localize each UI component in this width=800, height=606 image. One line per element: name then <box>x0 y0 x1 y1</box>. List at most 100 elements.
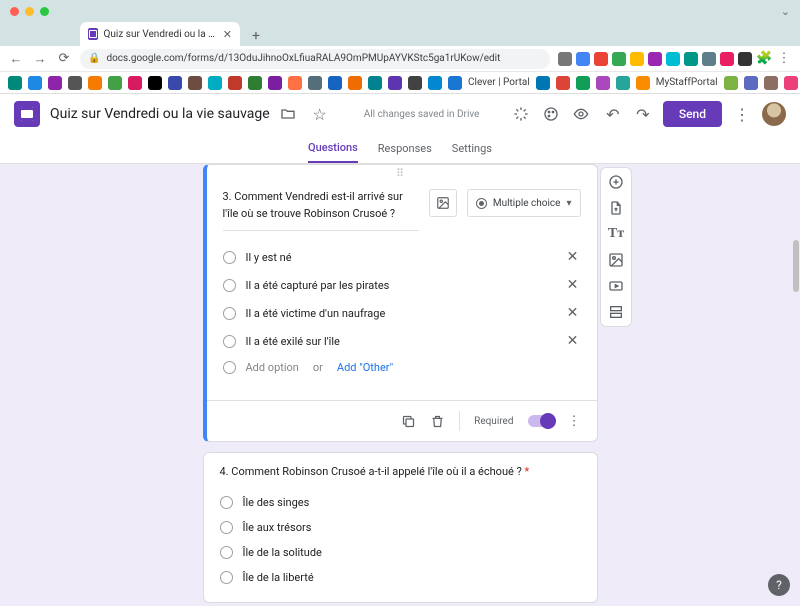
extension-icon[interactable] <box>738 52 752 66</box>
extensions-menu-icon[interactable]: 🧩 <box>756 51 772 66</box>
option-row[interactable]: Il a été victime d'un naufrage ✕ <box>223 299 581 327</box>
bookmark-clever-icon[interactable] <box>448 76 462 90</box>
remove-option-icon[interactable]: ✕ <box>565 333 581 349</box>
bookmark-icon[interactable] <box>784 76 798 90</box>
add-option-button[interactable]: Add option <box>246 361 299 374</box>
document-title[interactable]: Quiz sur Vendredi ou la vie sauvage <box>50 106 270 122</box>
undo-icon[interactable]: ↶ <box>603 105 623 124</box>
bookmark-icon[interactable] <box>268 76 282 90</box>
bookmark-icon[interactable] <box>48 76 62 90</box>
extension-icon[interactable] <box>576 52 590 66</box>
tab-questions[interactable]: Questions <box>308 134 358 163</box>
move-folder-icon[interactable] <box>280 106 300 122</box>
add-section-icon[interactable] <box>608 304 624 320</box>
bookmark-mystaff-icon[interactable] <box>636 76 650 90</box>
bookmark-icon[interactable] <box>208 76 222 90</box>
option-row[interactable]: Il a été capturé par les pirates ✕ <box>223 271 581 299</box>
address-bar[interactable]: 🔒 docs.google.com/forms/d/13OduJihnoOxLf… <box>80 49 550 69</box>
bookmark-icon[interactable] <box>188 76 202 90</box>
option-row[interactable]: Il y est né ✕ <box>223 243 581 271</box>
option-text[interactable]: Il a été victime d'un naufrage <box>246 307 555 320</box>
bookmark-icon[interactable] <box>308 76 322 90</box>
send-button[interactable]: Send <box>663 101 722 127</box>
remove-option-icon[interactable]: ✕ <box>565 249 581 265</box>
addons-icon[interactable] <box>513 106 533 122</box>
add-video-icon[interactable] <box>608 278 624 294</box>
add-image-icon[interactable] <box>608 252 624 268</box>
bookmark-icon[interactable] <box>368 76 382 90</box>
duplicate-icon[interactable] <box>401 414 416 429</box>
bookmark-label[interactable]: Clever | Portal <box>468 77 530 88</box>
question-type-dropdown[interactable]: Multiple choice ▾ <box>467 189 581 217</box>
tab-close-icon[interactable]: ✕ <box>223 28 232 41</box>
bookmark-icon[interactable] <box>288 76 302 90</box>
add-question-icon[interactable] <box>608 174 624 190</box>
star-icon[interactable]: ☆ <box>310 105 330 124</box>
remove-option-icon[interactable]: ✕ <box>565 277 581 293</box>
account-avatar[interactable] <box>762 102 786 126</box>
bookmark-icon[interactable] <box>388 76 402 90</box>
window-zoom-button[interactable] <box>40 7 49 16</box>
browser-tab[interactable]: Quiz sur Vendredi ou la vie sau… ✕ <box>80 22 240 46</box>
extension-icon[interactable] <box>558 52 572 66</box>
bookmark-icon[interactable] <box>348 76 362 90</box>
window-minimize-button[interactable] <box>25 7 34 16</box>
forms-logo-icon[interactable] <box>14 101 40 127</box>
question-title-input[interactable]: 3. Comment Vendredi est-il arrivé sur l'… <box>223 189 419 231</box>
add-title-icon[interactable]: Tᴛ <box>608 226 624 242</box>
bookmark-icon[interactable] <box>108 76 122 90</box>
option-text[interactable]: Il a été capturé par les pirates <box>246 279 555 292</box>
bookmark-icon[interactable] <box>8 76 22 90</box>
bookmark-icon[interactable] <box>88 76 102 90</box>
option-row[interactable]: Il a été exilé sur l'île ✕ <box>223 327 581 355</box>
option-text[interactable]: Il y est né <box>246 251 555 264</box>
bookmark-icon[interactable] <box>148 76 162 90</box>
option-text[interactable]: Il a été exilé sur l'île <box>246 335 555 348</box>
bookmark-icon[interactable] <box>408 76 422 90</box>
bookmark-icon[interactable] <box>556 76 570 90</box>
palette-icon[interactable] <box>543 106 563 122</box>
bookmark-icon[interactable] <box>576 76 590 90</box>
redo-icon[interactable]: ↷ <box>633 105 653 124</box>
bookmark-icon[interactable] <box>328 76 342 90</box>
more-menu-icon[interactable]: ⋮ <box>732 105 752 124</box>
import-questions-icon[interactable] <box>608 200 624 216</box>
browser-menu-icon[interactable]: ⋮ <box>776 51 792 66</box>
bookmark-icon[interactable] <box>428 76 442 90</box>
extension-icon[interactable] <box>666 52 680 66</box>
bookmark-icon[interactable] <box>68 76 82 90</box>
extension-icon[interactable] <box>612 52 626 66</box>
extension-icon[interactable] <box>648 52 662 66</box>
scrollbar-thumb[interactable] <box>793 240 799 292</box>
bookmark-icon[interactable] <box>536 76 550 90</box>
question-card[interactable]: 4. Comment Robinson Crusoé a-t-il appelé… <box>203 452 598 603</box>
bookmark-icon[interactable] <box>28 76 42 90</box>
bookmark-icon[interactable] <box>168 76 182 90</box>
help-button[interactable]: ? <box>768 574 790 596</box>
extension-icon[interactable] <box>684 52 698 66</box>
bookmark-icon[interactable] <box>764 76 778 90</box>
bookmark-label[interactable]: MyStaffPortal <box>656 77 718 88</box>
remove-option-icon[interactable]: ✕ <box>565 305 581 321</box>
nav-reload-icon[interactable]: ⟳ <box>56 51 72 66</box>
bookmark-icon[interactable] <box>228 76 242 90</box>
extension-icon[interactable] <box>630 52 644 66</box>
nav-back-icon[interactable]: ← <box>8 51 24 67</box>
extension-icon[interactable] <box>594 52 608 66</box>
bookmark-icon[interactable] <box>744 76 758 90</box>
question-card-active[interactable]: ⠿ 3. Comment Vendredi est-il arrivé sur … <box>203 164 598 442</box>
tab-settings[interactable]: Settings <box>452 134 492 163</box>
bookmark-icon[interactable] <box>616 76 630 90</box>
tab-responses[interactable]: Responses <box>378 134 432 163</box>
bookmark-icon[interactable] <box>248 76 262 90</box>
preview-icon[interactable] <box>573 106 593 122</box>
bookmark-icon[interactable] <box>128 76 142 90</box>
extension-icon[interactable] <box>702 52 716 66</box>
bookmark-icon[interactable] <box>724 76 738 90</box>
window-close-button[interactable] <box>10 7 19 16</box>
new-tab-button[interactable]: + <box>246 26 266 46</box>
more-options-icon[interactable]: ⋮ <box>568 414 581 429</box>
add-image-button[interactable] <box>429 189 457 217</box>
bookmark-icon[interactable] <box>596 76 610 90</box>
chevron-down-icon[interactable]: ⌄ <box>781 5 790 18</box>
